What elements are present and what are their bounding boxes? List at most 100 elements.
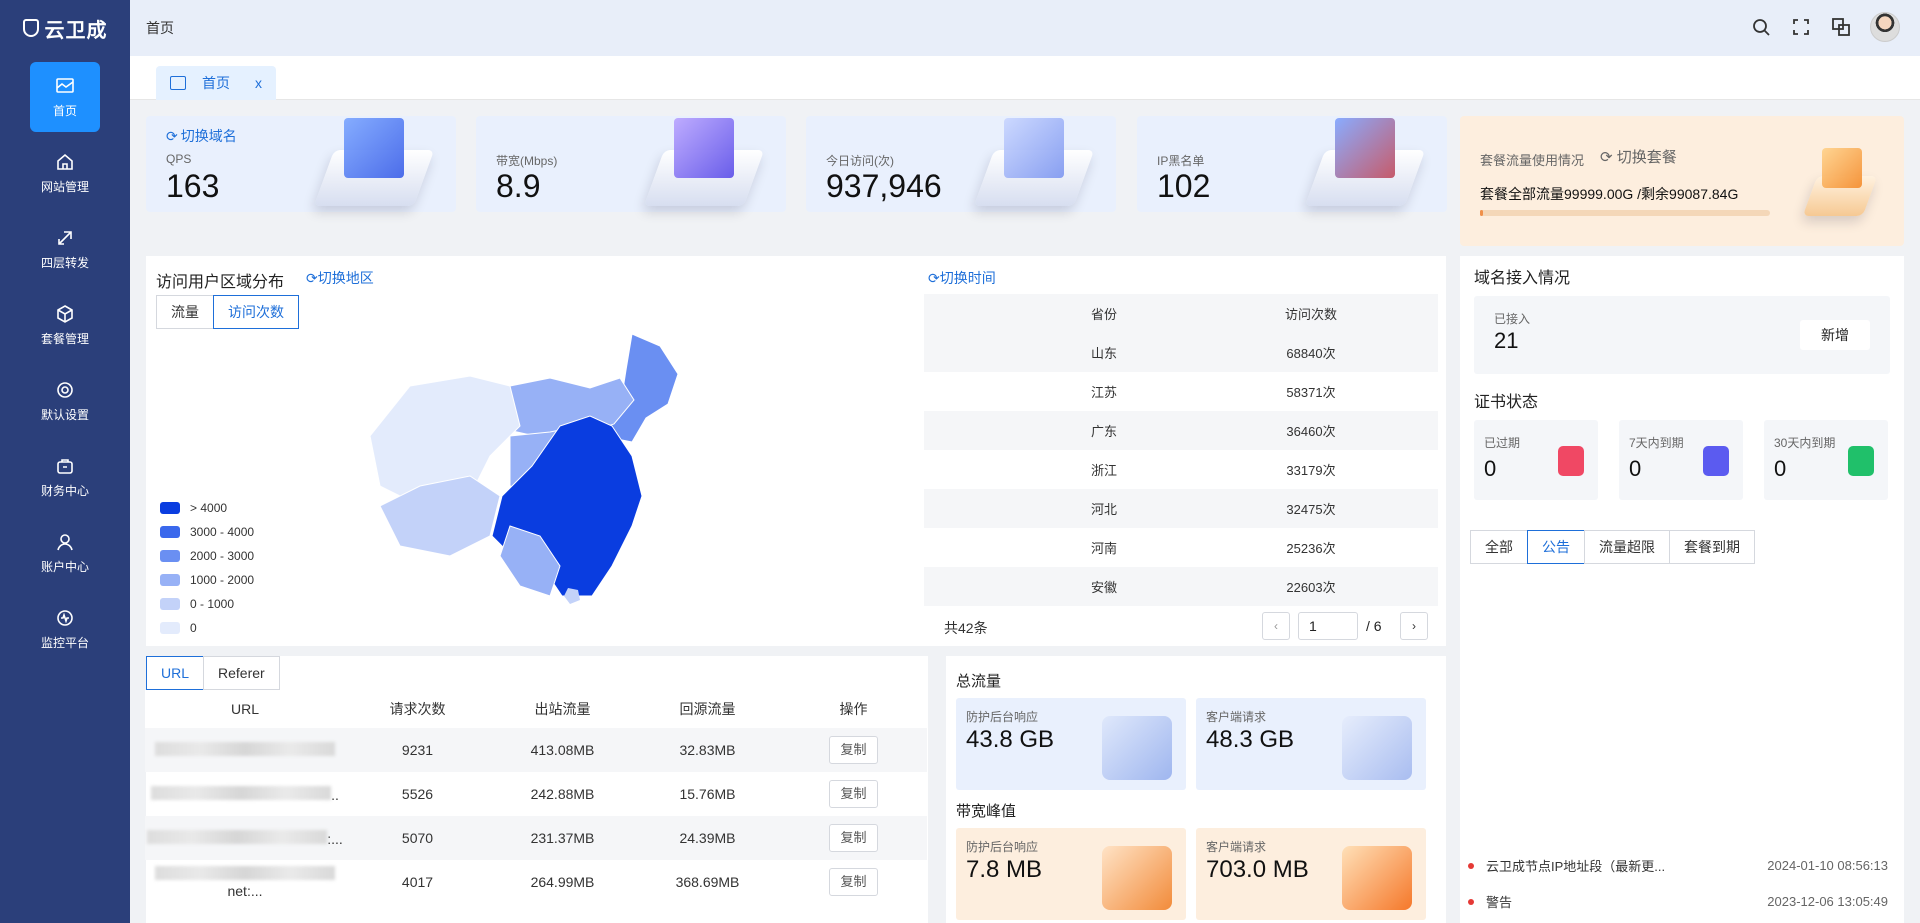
switch-region-label: 切换地区 (317, 270, 374, 286)
bandwidth-peak-title: 带宽峰值 (956, 803, 1017, 820)
url-cell[interactable] (145, 741, 345, 759)
url-cell[interactable]: :... (145, 829, 345, 847)
sidebar-item-finance[interactable]: 财务中心 (30, 442, 100, 512)
prev-page-button[interactable]: ‹ (1262, 612, 1290, 640)
table-row: 江苏 58371次 (924, 372, 1438, 411)
sidebar-item-l4-forward[interactable]: 四层转发 (30, 214, 100, 284)
table-row: 河北 32475次 (924, 489, 1438, 528)
switch-time-link[interactable]: ⟳切换时间 (928, 268, 996, 288)
region-title: 访问用户区域分布 (156, 274, 285, 291)
url-suffix: net:... (227, 882, 263, 899)
package-illustration-icon (1802, 136, 1880, 216)
package-icon (55, 304, 75, 324)
sidebar-item-label: 套餐管理 (40, 331, 89, 346)
mini-label: 客户端请求 (1206, 710, 1267, 724)
package-label: 套餐流量使用情况 (1480, 153, 1585, 168)
requests-cell: 9231 (401, 742, 434, 758)
notice-item[interactable]: 警告 2023-12-06 13:05:49 (1468, 892, 1888, 911)
copy-button[interactable]: 复制 (829, 868, 878, 896)
refresh-icon: ⟳ (306, 270, 318, 286)
domain-connected-card: 已接入 21 新增 (1474, 296, 1890, 374)
total-traffic-title: 总流量 (956, 673, 1002, 690)
outbound-cell: 413.08MB (530, 742, 595, 758)
switch-region-link[interactable]: ⟳切换地区 (306, 268, 374, 288)
legend-swatch (160, 550, 180, 562)
sidebar-item-packages[interactable]: 套餐管理 (30, 290, 100, 360)
tab-package-expiry[interactable]: 套餐到期 (1669, 530, 1755, 564)
pagination: 共42条 ‹ 1 / 6 › (924, 612, 1438, 642)
app-logo-text: 云卫成 (44, 19, 108, 42)
visits-cell: 33179次 (1286, 463, 1336, 478)
shield-icon (22, 19, 39, 37)
legend-label: 2000 - 3000 (190, 549, 255, 563)
sidebar-item-label: 监控平台 (40, 635, 89, 650)
breadcrumb: 首页 (146, 20, 174, 36)
copy-button[interactable]: 复制 (829, 780, 878, 808)
requests-cell: 5070 (401, 830, 434, 846)
url-cell[interactable]: .. (145, 785, 345, 803)
tab-all[interactable]: 全部 (1470, 530, 1528, 564)
legend-item[interactable]: 1000 - 2000 (160, 568, 254, 592)
province-cell: 江苏 (1090, 385, 1117, 400)
tab-referer[interactable]: Referer (203, 656, 280, 690)
cert-label: 已过期 (1484, 436, 1521, 450)
outbound-cell: 231.37MB (530, 830, 595, 846)
mini-value: 43.8 GB (966, 726, 1055, 753)
legend-swatch (160, 598, 180, 610)
page-input[interactable]: 1 (1298, 612, 1358, 640)
legend-item[interactable]: 3000 - 4000 (160, 520, 254, 544)
chevron-left-icon: ‹ (1274, 619, 1278, 633)
connected-label: 已接入 (1494, 312, 1531, 326)
refresh-icon: ⟳ (928, 270, 940, 286)
col-outbound: 出站流量 (534, 701, 591, 717)
url-suffix: :... (327, 830, 343, 847)
refresh-icon: ⟳ (166, 127, 178, 144)
tab-home[interactable]: 首页 x (156, 66, 276, 100)
copy-button[interactable]: 复制 (829, 736, 878, 764)
cert-value: 0 (1484, 456, 1497, 481)
table-row: 9231 413.08MB 32.83MB 复制 (145, 728, 927, 772)
fullscreen-icon[interactable] (1790, 16, 1812, 38)
redacted-url (155, 741, 335, 756)
toggle-visits[interactable]: 访问次数 (213, 295, 299, 329)
dashboard-icon (55, 76, 75, 96)
col-action: 操作 (839, 701, 868, 717)
visits-cell: 36460次 (1286, 424, 1336, 439)
translate-icon[interactable] (1830, 16, 1852, 38)
table-row: 山东 68840次 (924, 333, 1438, 372)
sidebar-item-defaults[interactable]: 默认设置 (30, 366, 100, 436)
url-cell[interactable]: net:... (145, 865, 345, 899)
total-client-card: 客户端请求 48.3 GB (1196, 698, 1426, 790)
legend-item[interactable]: 2000 - 3000 (160, 544, 254, 568)
sidebar-item-account[interactable]: 账户中心 (30, 518, 100, 588)
add-domain-button[interactable]: 新增 (1800, 320, 1870, 350)
image-icon (170, 76, 186, 90)
sidebar-item-home[interactable]: 首页 (30, 62, 100, 132)
monitor-icon (55, 608, 75, 628)
sidebar-nav: 首页 网站管理 四层转发 套餐管理 默认设置 财务中心 账户中心 监控平台 (0, 62, 130, 664)
switch-package-link[interactable]: ⟳ 切换套餐 (1600, 146, 1677, 167)
avatar[interactable] (1870, 12, 1900, 42)
table-row: 安徽 22603次 (924, 567, 1438, 606)
next-page-button[interactable]: › (1400, 612, 1428, 640)
tab-traffic-overlimit[interactable]: 流量超限 (1584, 530, 1670, 564)
sidebar-item-websites[interactable]: 网站管理 (30, 138, 100, 208)
copy-button[interactable]: 复制 (829, 824, 878, 852)
legend-item[interactable]: > 4000 (160, 496, 254, 520)
cert-value: 0 (1774, 456, 1787, 481)
legend-item[interactable]: 0 - 1000 (160, 592, 254, 616)
tab-url[interactable]: URL (146, 656, 205, 690)
notice-item[interactable]: 云卫成节点IP地址段（最新更... 2024-01-10 08:56:13 (1468, 856, 1888, 875)
tab-announcement[interactable]: 公告 (1527, 530, 1585, 564)
stat-card-today-visits: 今日访问(次) 937,946 (806, 116, 1116, 212)
switch-domain-link[interactable]: ⟳ 切换域名 (166, 126, 237, 146)
origin-cell: 15.76MB (679, 786, 736, 802)
domain-title: 域名接入情况 (1474, 270, 1571, 287)
visits-cell: 25236次 (1286, 541, 1336, 556)
search-icon[interactable] (1750, 16, 1772, 38)
sidebar-item-monitor[interactable]: 监控平台 (30, 594, 100, 664)
close-icon[interactable]: x (255, 75, 262, 91)
legend-item[interactable]: 0 (160, 616, 254, 640)
toggle-traffic[interactable]: 流量 (156, 295, 214, 329)
mini-label: 客户端请求 (1206, 840, 1267, 854)
